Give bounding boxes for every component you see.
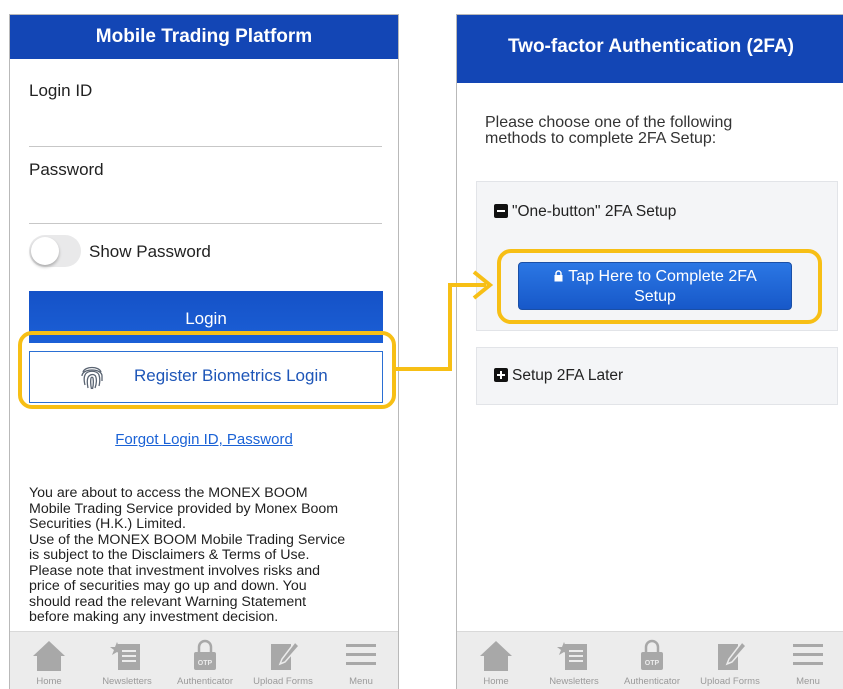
flow-arrow-icon xyxy=(396,270,494,371)
